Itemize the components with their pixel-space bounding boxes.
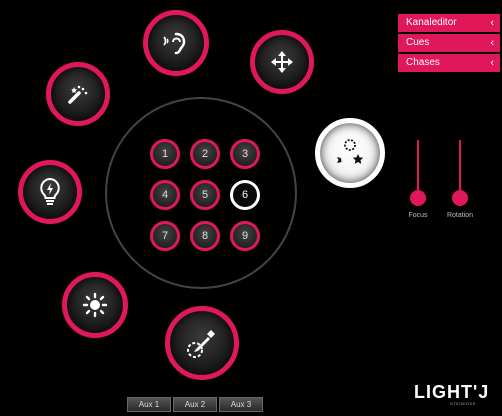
channel-6-button[interactable]: 6 bbox=[230, 180, 260, 210]
slider-handle[interactable] bbox=[452, 190, 468, 206]
slider-track bbox=[417, 140, 419, 196]
aux-1-button[interactable]: Aux 1 bbox=[127, 397, 171, 412]
chevron-left-icon: ‹ bbox=[490, 17, 494, 29]
channel-1-button[interactable]: 1 bbox=[150, 139, 180, 169]
move-button[interactable] bbox=[250, 30, 314, 94]
sound-ear-button[interactable] bbox=[143, 10, 209, 76]
focus-label: Focus bbox=[408, 212, 428, 219]
channel-2-button[interactable]: 2 bbox=[190, 139, 220, 169]
logo-text: LIGHT'J bbox=[414, 382, 490, 402]
menu-item-label: Chases bbox=[406, 57, 440, 68]
channel-7-button[interactable]: 7 bbox=[150, 221, 180, 251]
lightbulb-button[interactable] bbox=[18, 160, 82, 224]
channel-9-button[interactable]: 9 bbox=[230, 221, 260, 251]
slider-handle[interactable] bbox=[410, 190, 426, 206]
slider-track bbox=[459, 140, 461, 196]
color-picker-icon bbox=[186, 327, 218, 359]
magic-wand-icon bbox=[64, 80, 92, 108]
channel-3-button[interactable]: 3 bbox=[230, 139, 260, 169]
menu-item-chases[interactable]: Chases ‹ bbox=[398, 54, 500, 72]
brightness-sun-icon bbox=[82, 292, 108, 318]
magic-wand-button[interactable] bbox=[46, 62, 110, 126]
rotation-label: Rotation bbox=[446, 212, 474, 219]
gobo-effects-button[interactable] bbox=[315, 118, 385, 188]
brightness-button[interactable] bbox=[62, 272, 128, 338]
chevron-left-icon: ‹ bbox=[490, 57, 494, 69]
aux-2-button[interactable]: Aux 2 bbox=[173, 397, 217, 412]
menu-item-label: Kanaleditor bbox=[406, 17, 457, 28]
brand-logo: LIGHT'J STEINIGKE bbox=[414, 382, 494, 406]
aux-bar: Aux 1 Aux 2 Aux 3 bbox=[127, 397, 263, 412]
channel-4-button[interactable]: 4 bbox=[150, 180, 180, 210]
menu-item-kanaleditor[interactable]: Kanaleditor ‹ bbox=[398, 14, 500, 32]
aux-3-button[interactable]: Aux 3 bbox=[219, 397, 263, 412]
focus-slider[interactable]: Focus bbox=[398, 140, 438, 240]
gobo-effects-icon bbox=[332, 135, 368, 171]
color-picker-button[interactable] bbox=[165, 306, 239, 380]
rotation-slider[interactable]: Rotation bbox=[440, 140, 480, 240]
menu-item-cues[interactable]: Cues ‹ bbox=[398, 34, 500, 52]
chevron-left-icon: ‹ bbox=[490, 37, 494, 49]
lightbulb-icon bbox=[37, 177, 63, 207]
side-menu: Kanaleditor ‹ Cues ‹ Chases ‹ bbox=[398, 14, 500, 74]
menu-item-label: Cues bbox=[406, 37, 430, 48]
move-arrows-icon bbox=[269, 49, 295, 75]
sound-ear-icon bbox=[161, 28, 191, 58]
channel-5-button[interactable]: 5 bbox=[190, 180, 220, 210]
channel-8-button[interactable]: 8 bbox=[190, 221, 220, 251]
